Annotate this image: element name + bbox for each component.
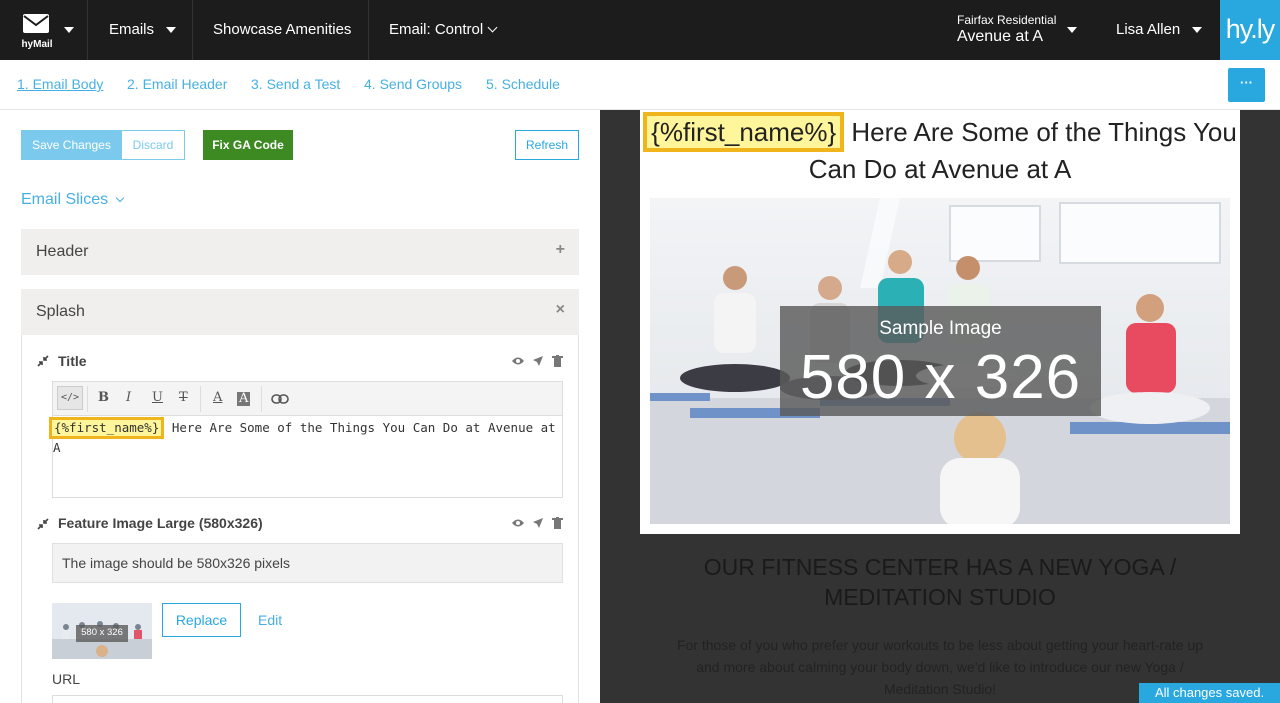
slice-header[interactable]: Header + — [21, 229, 579, 275]
eye-icon[interactable] — [511, 517, 525, 529]
feature-image-label: Feature Image Large (580x326) — [58, 515, 263, 531]
sample-image-size: 580 x 326 — [799, 343, 1082, 412]
eye-icon[interactable] — [511, 355, 525, 367]
hero-image[interactable]: Sample Image 580 x 326 — [650, 198, 1230, 524]
fix-ga-code-button[interactable]: Fix GA Code — [203, 130, 293, 160]
edit-image-link[interactable]: Edit — [258, 612, 282, 628]
save-changes-button[interactable]: Save Changes — [21, 130, 122, 160]
thumb-size-label: 580 x 326 — [81, 627, 123, 638]
sample-image-overlay: Sample Image 580 x 326 — [780, 306, 1101, 416]
feature-image-actions — [511, 517, 565, 531]
editor-toolbar: </> B I U T A A — [53, 382, 562, 416]
step-email-header[interactable]: 2. Email Header — [127, 76, 227, 92]
expand-plus-icon[interactable]: + — [556, 241, 565, 259]
sample-image-label: Sample Image — [879, 318, 1002, 339]
feature-image-thumbnail[interactable]: 580 x 326 — [52, 603, 152, 659]
logo-chevron-down-icon — [64, 27, 74, 33]
step-schedule[interactable]: 5. Schedule — [486, 76, 560, 92]
step-send-test[interactable]: 3. Send a Test — [251, 76, 340, 92]
hyly-logo[interactable]: hy.ly — [1220, 0, 1280, 60]
toolbar-divider — [200, 386, 201, 412]
underline-button[interactable]: U — [152, 390, 163, 405]
strikethrough-button[interactable]: T — [179, 390, 188, 405]
section-body: For those of you who prefer your workout… — [676, 637, 1204, 697]
chevron-down-icon — [115, 193, 125, 203]
emails-label: Emails — [109, 21, 155, 38]
link-icon[interactable] — [271, 394, 289, 404]
step-send-groups[interactable]: 4. Send Groups — [364, 76, 462, 92]
email-preview-card: {%first_name%} Here Are Some of the Thin… — [640, 110, 1240, 534]
hymail-logo[interactable]: hyMail — [0, 0, 88, 60]
refresh-button[interactable]: Refresh — [515, 130, 579, 160]
italic-button[interactable]: I — [126, 390, 131, 405]
logo-label: hyMail — [21, 39, 53, 50]
step-email-body[interactable]: 1. Email Body — [17, 76, 103, 92]
property-name: Avenue at A — [957, 28, 1043, 45]
trash-icon[interactable] — [552, 355, 563, 367]
editor-panel: Save Changes Discard Fix GA Code Refresh… — [0, 110, 600, 703]
send-arrow-icon[interactable] — [532, 355, 544, 367]
close-icon[interactable]: × — [556, 301, 565, 319]
property-selector[interactable]: Fairfax Residential Avenue at A — [957, 13, 1056, 46]
collapse-arrows-icon[interactable] — [37, 518, 49, 530]
slice-header-label: Header — [36, 243, 89, 260]
trash-icon[interactable] — [552, 517, 563, 529]
emails-menu[interactable]: Emails — [89, 0, 193, 60]
title-field-label: Title — [58, 353, 87, 369]
title-editor-content[interactable]: {%first_name%} Here Are Some of the Thin… — [49, 417, 562, 457]
envelope-icon — [23, 14, 49, 33]
email-control-label: Email: Control — [389, 21, 484, 38]
section-heading: OUR FITNESS CENTER HAS A NEW YOGA / MEDI… — [703, 554, 1177, 610]
title-rich-text-editor[interactable]: </> B I U T A A {%first_name%} Here Are … — [49, 381, 563, 498]
toolbar-divider — [87, 386, 88, 412]
chevron-down-icon — [487, 22, 498, 33]
email-preview-panel: {%first_name%} Here Are Some of the Thin… — [600, 110, 1280, 703]
slice-splash[interactable]: Splash × — [21, 289, 579, 335]
top-nav: hyMail Emails Showcase Amenities Email: … — [0, 0, 1280, 60]
replace-image-button[interactable]: Replace — [162, 603, 241, 637]
user-name: Lisa Allen — [1116, 21, 1181, 38]
email-slices-toggle[interactable]: Email Slices — [21, 191, 125, 209]
showcase-label: Showcase Amenities — [213, 21, 352, 38]
showcase-amenities-menu[interactable]: Showcase Amenities — [193, 0, 369, 60]
steps-bar: 1. Email Body 2. Email Header 3. Send a … — [0, 60, 1280, 110]
more-options-button[interactable]: ··· — [1228, 68, 1265, 102]
slice-splash-label: Splash — [36, 303, 85, 320]
code-view-button[interactable]: </> — [57, 386, 83, 410]
discard-button[interactable]: Discard — [121, 130, 185, 160]
preview-headline-text: Here Are Some of the Things You Can Do a… — [808, 117, 1237, 184]
background-color-button[interactable]: A — [237, 392, 251, 406]
toolbar-divider — [261, 386, 262, 412]
font-color-button[interactable]: A — [213, 390, 222, 405]
chevron-down-icon — [1192, 27, 1203, 34]
first-name-token: {%first_name%} — [49, 417, 165, 439]
title-field-actions — [511, 355, 565, 369]
property-company: Fairfax Residential — [957, 13, 1057, 27]
preview-headline: {%first_name%} Here Are Some of the Thin… — [640, 112, 1240, 186]
preview-first-name-token: {%first_name%} — [643, 112, 845, 152]
property-chevron-down-icon[interactable] — [1067, 27, 1077, 33]
email-slices-label: Email Slices — [21, 191, 109, 208]
url-label: URL — [52, 671, 81, 687]
user-menu[interactable]: Lisa Allen — [1116, 0, 1203, 60]
send-arrow-icon[interactable] — [532, 517, 544, 529]
image-description: The image should be 580x326 pixels — [52, 543, 563, 583]
save-status-badge: All changes saved. — [1139, 683, 1280, 703]
chevron-down-icon — [166, 27, 177, 34]
bold-button[interactable]: B — [98, 390, 109, 405]
email-control-menu[interactable]: Email: Control — [369, 0, 519, 60]
url-input[interactable] — [52, 695, 563, 703]
collapse-arrows-icon[interactable] — [37, 355, 49, 367]
